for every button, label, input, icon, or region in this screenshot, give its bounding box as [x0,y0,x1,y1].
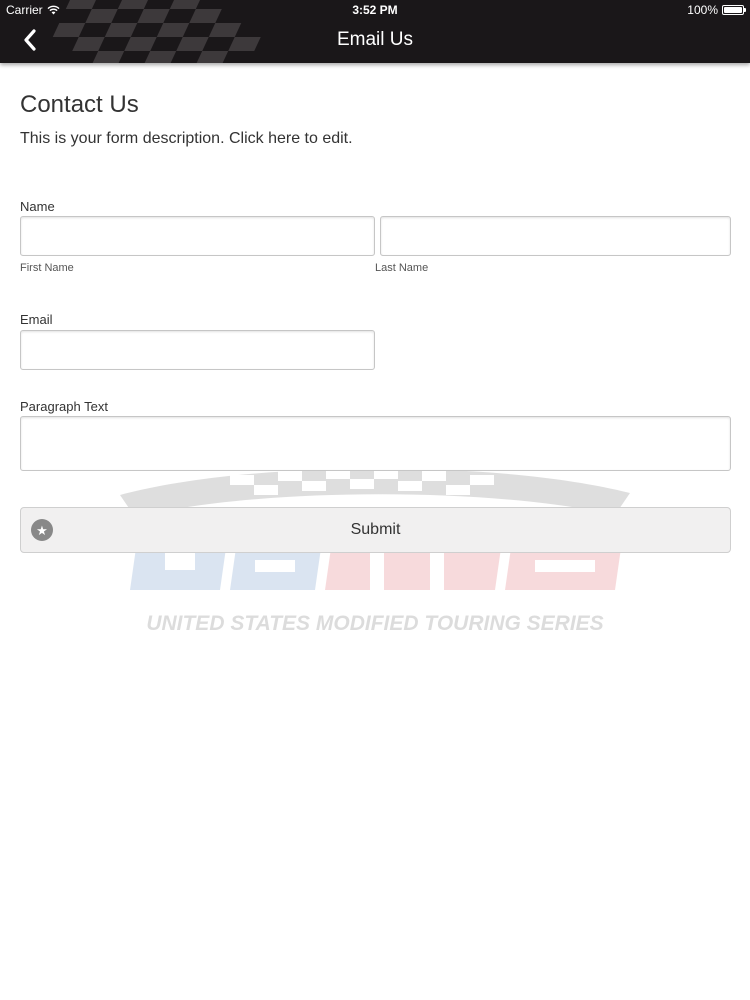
status-bar: Carrier 3:52 PM 100% [0,0,750,20]
navigation-bar: Carrier 3:52 PM 100% Email Us [0,0,750,63]
page-title: Email Us [336,29,413,50]
first-name-input[interactable] [20,216,375,256]
submit-button[interactable]: ★ Submit [20,507,731,553]
app-screen: Carrier 3:52 PM 100% Email Us UNITED STA… [0,0,750,1000]
battery-fill [724,7,742,13]
battery-percentage: 100% [687,3,718,17]
form-title: Contact Us [20,91,139,118]
name-label: Name [20,199,55,214]
paragraph-textarea[interactable] [20,416,731,471]
logo-tagline: UNITED STATES MODIFIED TOURING SERIES [146,612,603,635]
last-name-input[interactable] [380,216,731,256]
email-input[interactable] [20,330,375,370]
form-description[interactable]: This is your form description. Click her… [20,130,353,148]
first-name-sublabel: First Name [20,262,74,274]
submit-label: Submit [350,521,401,538]
battery-icon [722,5,746,15]
paragraph-label: Paragraph Text [20,399,108,414]
battery-indicator: 100% [687,3,746,17]
last-name-sublabel: Last Name [375,262,429,274]
email-label: Email [20,312,53,327]
star-icon: ★ [31,519,53,541]
status-time: 3:52 PM [352,3,398,17]
